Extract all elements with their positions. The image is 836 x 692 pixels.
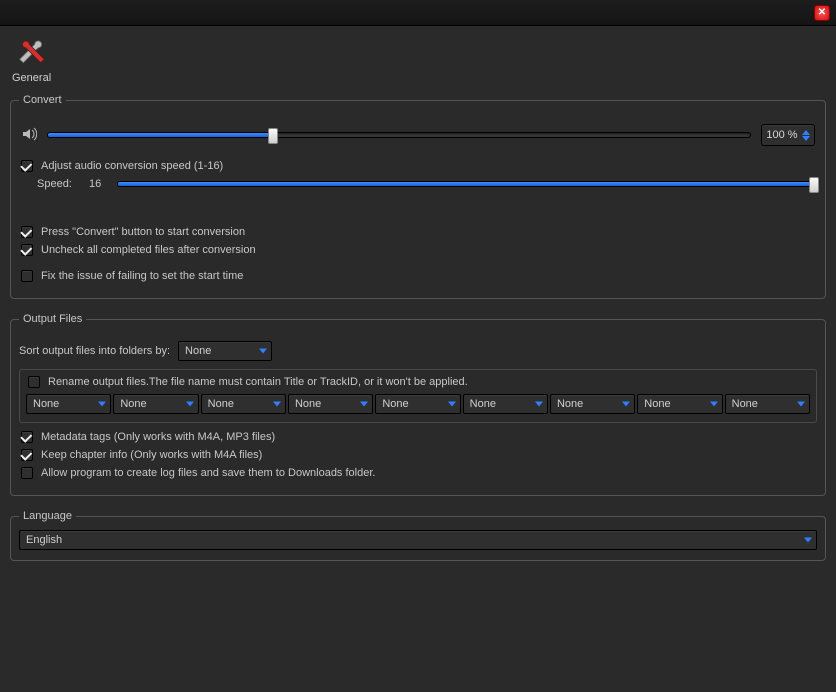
- speed-value: 16: [89, 178, 107, 190]
- logfiles-label: Allow program to create log files and sa…: [41, 467, 375, 479]
- general-tab-label: General: [12, 72, 51, 84]
- sort-row: Sort output files into folders by: None: [19, 341, 817, 361]
- speed-row: Speed: 16: [37, 178, 815, 190]
- volume-row: 100 %: [21, 124, 815, 146]
- chapter-label: Keep chapter info (Only works with M4A f…: [41, 449, 262, 461]
- press-convert-row: Press "Convert" button to start conversi…: [21, 226, 815, 238]
- chevron-down-icon: [98, 402, 106, 407]
- rename-label: Rename output files.The file name must c…: [48, 376, 468, 388]
- chevron-down-icon: [710, 402, 718, 407]
- press-convert-label: Press "Convert" button to start conversi…: [41, 226, 245, 238]
- adjust-speed-checkbox[interactable]: [21, 160, 33, 172]
- chevron-down-icon: [797, 402, 805, 407]
- chevron-down-icon: [259, 349, 267, 354]
- sort-select[interactable]: None: [178, 341, 272, 361]
- fix-start-time-checkbox[interactable]: [21, 270, 33, 282]
- rename-select-value: None: [557, 398, 583, 410]
- volume-value: 100 %: [766, 129, 797, 141]
- fix-start-time-label: Fix the issue of failing to set the star…: [41, 270, 243, 282]
- sort-label: Sort output files into folders by:: [19, 345, 170, 357]
- content-area: Convert 100 % Adjust audio conversion sp…: [0, 94, 836, 585]
- output-files-legend: Output Files: [19, 313, 86, 325]
- uncheck-completed-checkbox[interactable]: [21, 244, 33, 256]
- rename-select-6[interactable]: None: [550, 394, 635, 414]
- logfiles-checkbox[interactable]: [21, 467, 33, 479]
- language-group: Language English: [10, 510, 826, 561]
- rename-select-5[interactable]: None: [463, 394, 548, 414]
- uncheck-completed-label: Uncheck all completed files after conver…: [41, 244, 256, 256]
- title-bar: ✕: [0, 0, 836, 26]
- rename-select-value: None: [33, 398, 59, 410]
- chevron-down-icon: [535, 402, 543, 407]
- rename-select-value: None: [208, 398, 234, 410]
- chevron-down-icon: [360, 402, 368, 407]
- convert-group: Convert 100 % Adjust audio conversion sp…: [10, 94, 826, 299]
- language-select-value: English: [26, 534, 62, 546]
- rename-select-value: None: [120, 398, 146, 410]
- general-tab[interactable]: General: [12, 40, 51, 84]
- language-select[interactable]: English: [19, 530, 817, 550]
- rename-selects-row: None None None None None None None None None: [26, 394, 810, 414]
- fix-start-time-row: Fix the issue of failing to set the star…: [21, 270, 815, 282]
- chevron-down-icon: [186, 402, 194, 407]
- rename-select-value: None: [382, 398, 408, 410]
- sort-select-value: None: [185, 345, 211, 357]
- chevron-down-icon: [448, 402, 456, 407]
- logfiles-row: Allow program to create log files and sa…: [21, 467, 815, 479]
- rename-checkbox[interactable]: [28, 376, 40, 388]
- metadata-row: Metadata tags (Only works with M4A, MP3 …: [21, 431, 815, 443]
- adjust-speed-row: Adjust audio conversion speed (1-16): [21, 160, 815, 172]
- chevron-down-icon: [804, 538, 812, 543]
- close-button[interactable]: ✕: [814, 5, 830, 21]
- output-files-group: Output Files Sort output files into fold…: [10, 313, 826, 496]
- language-legend: Language: [19, 510, 76, 522]
- rename-select-2[interactable]: None: [201, 394, 286, 414]
- uncheck-completed-row: Uncheck all completed files after conver…: [21, 244, 815, 256]
- rename-select-value: None: [470, 398, 496, 410]
- header-toolbar: General: [0, 26, 836, 94]
- metadata-label: Metadata tags (Only works with M4A, MP3 …: [41, 431, 275, 443]
- rename-select-value: None: [644, 398, 670, 410]
- rename-select-3[interactable]: None: [288, 394, 373, 414]
- rename-select-8[interactable]: None: [725, 394, 810, 414]
- volume-slider[interactable]: [47, 132, 751, 138]
- metadata-checkbox[interactable]: [21, 431, 33, 443]
- convert-legend: Convert: [19, 94, 66, 106]
- rename-select-7[interactable]: None: [637, 394, 722, 414]
- tools-icon: [18, 40, 46, 68]
- spin-up-icon[interactable]: [802, 130, 810, 135]
- rename-select-0[interactable]: None: [26, 394, 111, 414]
- rename-select-1[interactable]: None: [113, 394, 198, 414]
- speed-label: Speed:: [37, 178, 79, 190]
- chapter-checkbox[interactable]: [21, 449, 33, 461]
- rename-select-value: None: [295, 398, 321, 410]
- volume-value-spinner[interactable]: 100 %: [761, 124, 815, 146]
- press-convert-checkbox[interactable]: [21, 226, 33, 238]
- adjust-speed-label: Adjust audio conversion speed (1-16): [41, 160, 223, 172]
- volume-spin-buttons[interactable]: [802, 130, 810, 141]
- rename-row: Rename output files.The file name must c…: [28, 376, 810, 388]
- volume-icon: [21, 126, 37, 145]
- rename-select-4[interactable]: None: [375, 394, 460, 414]
- chevron-down-icon: [273, 402, 281, 407]
- speed-slider[interactable]: [117, 181, 815, 187]
- rename-select-value: None: [732, 398, 758, 410]
- rename-subgroup: Rename output files.The file name must c…: [19, 369, 817, 423]
- chapter-row: Keep chapter info (Only works with M4A f…: [21, 449, 815, 461]
- spin-down-icon[interactable]: [802, 136, 810, 141]
- chevron-down-icon: [622, 402, 630, 407]
